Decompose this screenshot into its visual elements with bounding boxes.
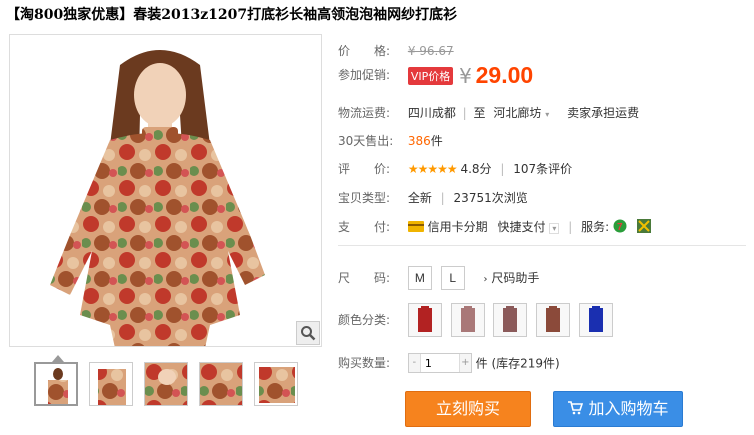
color-swatch-pink[interactable] xyxy=(450,303,485,337)
color-swatch-blue[interactable] xyxy=(579,303,614,337)
ship-to: 河北廊坊 xyxy=(493,106,542,120)
swatch-image xyxy=(460,306,475,332)
chevron-down-icon: ▾ xyxy=(549,223,560,234)
thumbnail-image xyxy=(200,363,242,405)
chevron-down-icon: ▾ xyxy=(545,110,550,119)
thumbnail-2[interactable] xyxy=(89,362,133,406)
ship-to-prefix: 至 xyxy=(473,106,486,120)
review-count-link[interactable]: 107条评价 xyxy=(513,162,572,176)
size-row: 尺 码: M L › 尺码助手 xyxy=(338,266,539,290)
quick-pay: 快捷支付 xyxy=(497,220,546,234)
shipping-fee: 卖家承担运费 xyxy=(567,106,640,120)
original-price: ¥ 96.67 xyxy=(407,44,454,58)
cart-icon xyxy=(567,393,584,427)
thumbnail-4[interactable] xyxy=(199,362,243,406)
type-separator: | xyxy=(440,191,445,205)
section-divider xyxy=(338,245,746,246)
service-label: 服务: xyxy=(581,220,610,234)
thumbnail-3[interactable] xyxy=(144,362,188,406)
rating-separator: | xyxy=(500,162,505,176)
condition: 全新 xyxy=(407,191,432,205)
sales-row: 30天售出: 386件 xyxy=(338,132,443,149)
buy-now-button[interactable]: 立刻购买 xyxy=(405,391,531,427)
shipping-row: 物流运费: 四川成都 | 至 河北廊坊 ▾ 卖家承担运费 xyxy=(338,104,639,121)
color-label: 颜色分类: xyxy=(338,312,391,327)
thumbnail-5[interactable] xyxy=(254,362,298,406)
thumbnail-image xyxy=(90,363,132,405)
guarantee-icon[interactable] xyxy=(636,219,651,236)
payment-label: 支 付: xyxy=(338,220,391,234)
payment-row: 支 付: 信用卡分期 快捷支付 ▾ | 服务: 7 xyxy=(338,218,651,236)
thumbnail-pointer xyxy=(52,355,64,362)
color-swatch-mauve[interactable] xyxy=(493,303,528,337)
add-to-cart-label: 加入购物车 xyxy=(588,399,669,418)
swatch-image xyxy=(503,306,518,332)
thumbnail-1[interactable] xyxy=(34,362,78,406)
zoom-button[interactable] xyxy=(296,321,320,345)
sales-unit: 件 xyxy=(430,134,443,148)
size-option-l[interactable]: L xyxy=(440,266,465,290)
product-title: 【淘800独家优惠】春装2013z1207打底衫长袖高领泡泡袖网纱打底衫 xyxy=(6,7,458,23)
thumbnail-image xyxy=(145,363,187,405)
size-helper-link[interactable]: › 尺码助手 xyxy=(483,271,539,285)
ship-from: 四川成都 xyxy=(407,106,456,120)
magnifier-icon xyxy=(301,326,316,341)
model-photo xyxy=(10,35,321,346)
swatch-image xyxy=(417,306,432,332)
color-swatch-red[interactable] xyxy=(407,303,442,337)
thumbnail-image xyxy=(255,363,297,405)
quantity-input[interactable] xyxy=(421,354,460,372)
type-row: 宝贝类型: 全新 | 23751次浏览 xyxy=(338,189,528,206)
credit-installment[interactable]: 信用卡分期 xyxy=(428,220,488,234)
price-label: 价 格: xyxy=(338,44,391,58)
thumbnail-strip xyxy=(34,362,298,406)
swatch-image xyxy=(546,306,561,332)
payment-separator: | xyxy=(568,220,573,234)
color-row: 颜色分类: xyxy=(338,303,618,337)
shipping-label: 物流运费: xyxy=(338,106,391,120)
svg-text:7: 7 xyxy=(617,222,623,233)
main-product-image[interactable] xyxy=(9,34,322,347)
promo-row: 参加促销: VIP价格 ¥ 29.00 xyxy=(338,62,533,89)
promo-label: 参加促销: xyxy=(338,68,391,82)
type-label: 宝贝类型: xyxy=(338,191,391,205)
credit-card-icon xyxy=(407,220,424,235)
sales-count: 386 xyxy=(407,134,431,148)
price-row: 价 格: ¥ 96.67 xyxy=(338,42,454,59)
quick-pay-dropdown[interactable]: 快捷支付 ▾ xyxy=(498,220,564,234)
rating-score: 4.8分 xyxy=(460,162,492,176)
size-option-m[interactable]: M xyxy=(407,266,432,290)
rating-row: 评 价: ★★★★★ 4.8分 | 107条评价 xyxy=(338,160,572,177)
promo-price: 29.00 xyxy=(475,62,534,88)
seven-day-return-icon[interactable]: 7 xyxy=(613,219,627,236)
thumbnail-image xyxy=(36,364,76,404)
quantity-stepper: - + xyxy=(407,353,472,373)
quantity-row: 购买数量: - + 件 (库存219件) xyxy=(338,353,560,373)
add-to-cart-button[interactable]: 加入购物车 xyxy=(553,391,683,427)
chevron-right-icon: › xyxy=(483,273,488,285)
rating-label: 评 价: xyxy=(338,162,391,176)
ship-separator: | xyxy=(462,106,467,120)
color-swatch-brown[interactable] xyxy=(536,303,571,337)
sales-label: 30天售出: xyxy=(338,134,394,148)
stock-info: 件 (库存219件) xyxy=(475,356,560,371)
currency-symbol: ¥ xyxy=(459,63,472,88)
size-helper-text: 尺码助手 xyxy=(491,270,540,285)
quantity-increase-button[interactable]: + xyxy=(458,354,471,372)
swatch-image xyxy=(589,306,604,332)
rating-stars: ★★★★★ xyxy=(407,162,458,176)
quantity-label: 购买数量: xyxy=(338,355,391,370)
size-label: 尺 码: xyxy=(338,270,391,285)
view-count: 23751次浏览 xyxy=(453,191,528,205)
vip-price-badge: VIP价格 xyxy=(407,66,454,85)
quantity-decrease-button[interactable]: - xyxy=(408,354,421,372)
ship-to-dropdown[interactable]: 河北廊坊 ▾ xyxy=(489,106,553,120)
